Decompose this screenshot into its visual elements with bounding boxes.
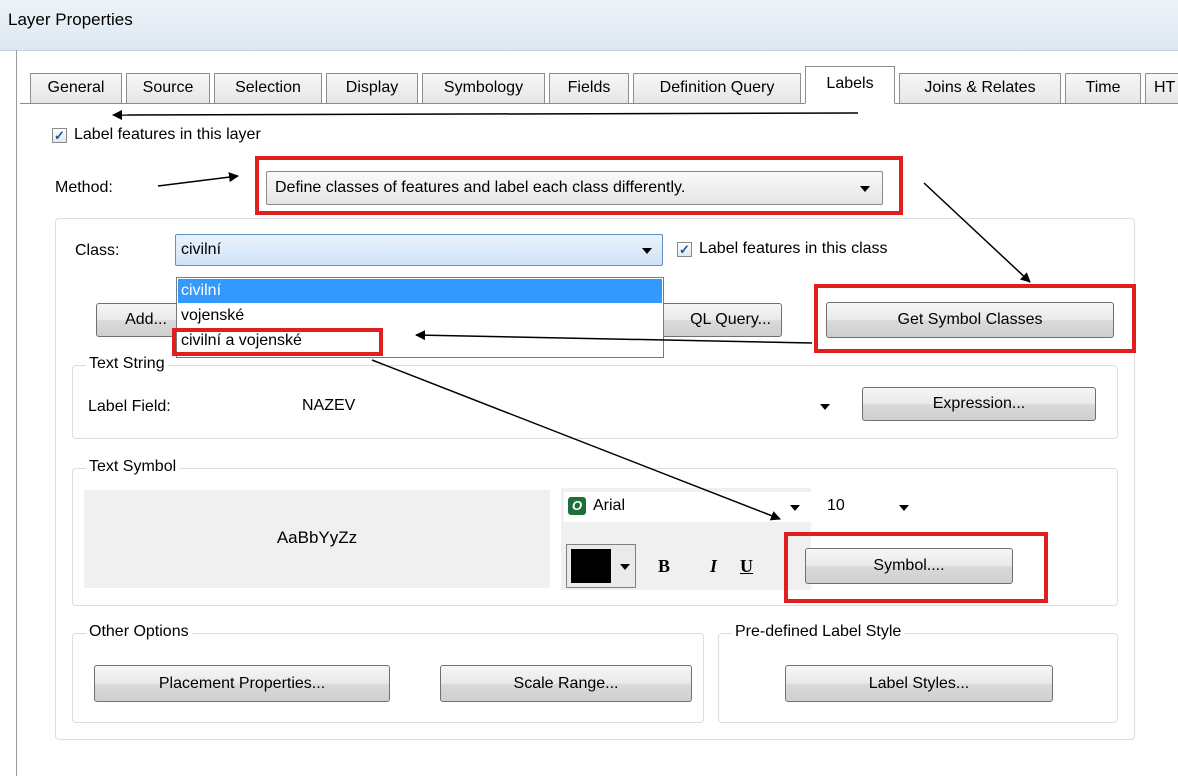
arrow-to-symbol	[371, 359, 781, 521]
arrow-to-method	[157, 172, 239, 187]
arrow-to-general-tab	[112, 109, 859, 120]
annotation-arrows	[112, 109, 1031, 521]
arrow-to-class-option	[415, 330, 813, 344]
arrow-to-get-symbol-classes	[923, 182, 1031, 283]
